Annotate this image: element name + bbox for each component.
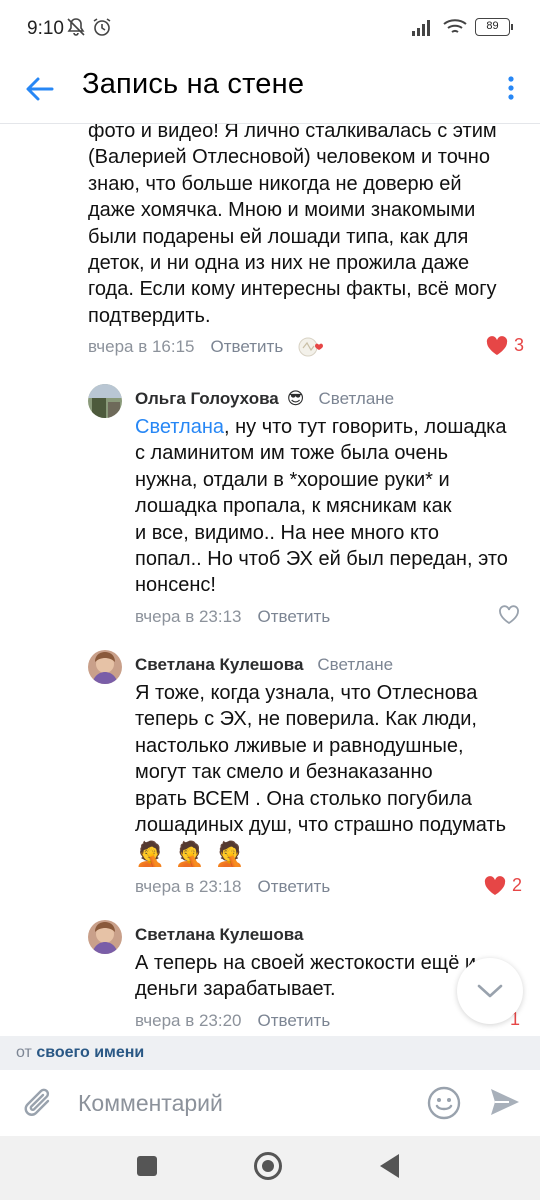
comment-time: вчера в 23:18 xyxy=(135,877,242,897)
author-emoji: 😎 xyxy=(286,389,305,408)
author-name[interactable]: Ольга Голоухова xyxy=(135,389,279,409)
comment-line: , ну что тут говорить, лошадка xyxy=(223,416,507,438)
more-vertical-icon[interactable] xyxy=(504,70,518,106)
wifi-icon xyxy=(443,19,467,33)
comment-line: настолько лживые и равнодушные, xyxy=(135,734,464,757)
from-name-link[interactable]: своего имени xyxy=(36,1044,144,1061)
page-title: Запись на стене xyxy=(82,68,305,100)
signal-icon xyxy=(412,20,430,36)
comment-meta: вчера в 16:15 Ответить 3 xyxy=(88,333,524,361)
arrow-left-icon[interactable] xyxy=(22,71,58,107)
from-prefix: от xyxy=(16,1044,32,1061)
avatar[interactable] xyxy=(88,650,122,684)
comment-line: могут так смело и безнаказанно xyxy=(135,761,433,784)
comment-line: фото и видео! Я лично сталкивалась с эти… xyxy=(88,124,497,142)
bell-muted-icon xyxy=(67,18,85,36)
comment-line: знаю, что больше никогда не доверю ей xyxy=(88,172,462,195)
like-count: 2 xyxy=(511,875,522,896)
comment-line: попал.. Но чтоб ЭХ ей был передан, это xyxy=(135,548,508,571)
like-button[interactable]: 2 xyxy=(484,875,522,896)
emoji-row: 🤦 🤦 🤦 xyxy=(135,840,535,869)
facepalm-emoji: 🤦 xyxy=(135,841,165,869)
comment-time: вчера в 23:13 xyxy=(135,606,242,626)
heart-filled-icon xyxy=(484,876,506,895)
reply-button[interactable]: Ответить xyxy=(211,337,284,357)
root-comment-text: фото и видео! Я лично сталкивалась с эти… xyxy=(88,124,528,329)
like-count: 3 xyxy=(513,335,524,356)
like-button[interactable] xyxy=(498,605,520,630)
comment-line: Я тоже, когда узнала, что Отлеснова xyxy=(135,682,478,704)
smile-icon[interactable] xyxy=(426,1085,462,1121)
comment-line: (Валерией Отлесновой) человеком и точно xyxy=(88,146,490,169)
root-comment: фото и видео! Я лично сталкивалась с эти… xyxy=(88,124,528,361)
status-system-icons: 89 xyxy=(411,18,513,36)
reply-to[interactable]: Светлане xyxy=(319,389,395,409)
comment-time: вчера в 16:15 xyxy=(88,337,195,357)
post-as-bar[interactable]: от своего имени xyxy=(0,1036,540,1070)
status-notification-icons xyxy=(66,17,112,37)
heart-outline-icon xyxy=(499,605,519,624)
facepalm-emoji: 🤦 xyxy=(174,841,205,869)
comment-meta: вчера в 23:13 Ответить xyxy=(135,603,520,631)
status-time: 9:10 xyxy=(27,18,64,39)
reply-button[interactable]: Ответить xyxy=(258,607,331,627)
reply-button[interactable]: Ответить xyxy=(258,877,331,897)
app-header: Запись на стене xyxy=(0,58,540,124)
alarm-icon xyxy=(93,18,111,36)
comment-line: лошадка пропала, к мясникам как xyxy=(135,495,452,518)
paperclip-icon[interactable] xyxy=(22,1084,56,1122)
comment-text: Я тоже, когда узнала, что Отлеснова тепе… xyxy=(135,680,535,838)
comment-composer xyxy=(0,1070,540,1136)
comment-line: нужна, отдали в *хорошие руки* и xyxy=(135,468,450,491)
comment-meta: вчера в 23:18 Ответить 2 xyxy=(135,873,522,901)
system-nav-bar xyxy=(0,1136,540,1200)
comment-line: теперь с ЭХ, не поверила. Как люди, xyxy=(135,708,477,731)
like-button[interactable]: 3 xyxy=(486,335,524,356)
status-bar: 9:10 89 xyxy=(0,0,540,58)
chevron-down-icon xyxy=(477,984,503,998)
comment-line: нонсенс! xyxy=(135,574,216,597)
comment-time: вчера в 23:20 xyxy=(135,1010,242,1030)
author-line: Ольга Голоухова 😎 Светлане xyxy=(135,386,535,412)
comment-meta: вчера в 23:20 Ответить 1 xyxy=(135,1007,520,1035)
reply-comment: Светлана Кулешова Светлане Я тоже, когда… xyxy=(135,652,535,901)
comment-line: деток, и ни одна из них не прожила даже xyxy=(88,252,470,275)
comment-input[interactable] xyxy=(78,1086,378,1120)
author-line: Светлана Кулешова xyxy=(135,922,535,948)
reply-button[interactable]: Ответить xyxy=(258,1011,331,1031)
comment-line: были подарены ей лошади типа, как для xyxy=(88,225,469,248)
comment-line: даже хомячка. Мною и моими знакомыми xyxy=(88,199,476,222)
battery-indicator: 89 xyxy=(475,18,513,36)
avatar[interactable] xyxy=(88,920,122,954)
comment-line: подтвердить. xyxy=(88,304,211,327)
comment-line: и все, видимо.. На нее много кто xyxy=(135,521,440,544)
comment-line: врать ВСЕМ . Она столько погубила xyxy=(135,787,472,810)
facepalm-emoji: 🤦 xyxy=(214,841,245,869)
reply-to[interactable]: Светлане xyxy=(317,655,393,675)
author-line: Светлана Кулешова Светлане xyxy=(135,652,535,678)
avatar[interactable] xyxy=(88,384,122,418)
reaction-sticker-icon[interactable] xyxy=(297,336,327,358)
author-name[interactable]: Светлана Кулешова xyxy=(135,655,303,675)
author-name[interactable]: Светлана Кулешова xyxy=(135,925,303,945)
scroll-down-button[interactable] xyxy=(457,958,523,1024)
comment-line: с ламинитом им тоже была очень xyxy=(135,442,449,465)
reply-comment: Ольга Голоухова 😎 Светлане Светлана, ну … xyxy=(135,386,535,631)
home-button[interactable] xyxy=(254,1152,282,1180)
recent-apps-button[interactable] xyxy=(137,1156,157,1176)
send-icon[interactable] xyxy=(488,1086,522,1118)
comments-feed[interactable]: фото и видео! Я лично сталкивалась с эти… xyxy=(0,124,540,1036)
back-button[interactable] xyxy=(380,1154,399,1178)
comment-text: Светлана, ну что тут говорить, лошадка с… xyxy=(135,414,535,599)
heart-filled-icon xyxy=(486,335,508,355)
comment-line: года. Если кому интересны факты, всё мог… xyxy=(88,278,497,301)
mention-link[interactable]: Светлана xyxy=(135,416,224,438)
comment-line: лошадиных душ, что страшно подумать xyxy=(135,814,507,837)
